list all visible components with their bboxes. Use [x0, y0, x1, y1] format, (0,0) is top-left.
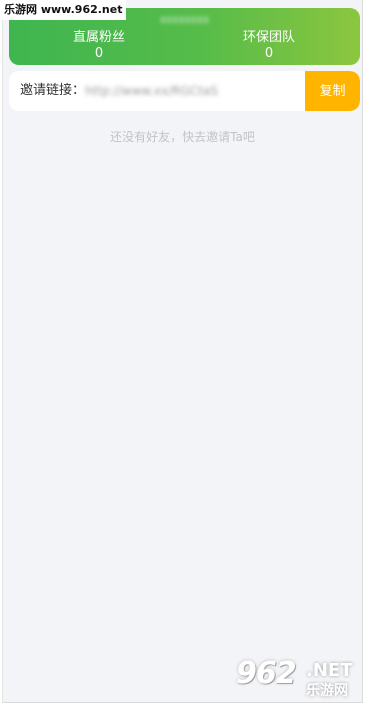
watermark-logo-net: .NET — [306, 660, 353, 681]
watermark-top-left: 乐游网 www.962.net — [0, 0, 127, 20]
watermark-bottom-right-logo: 962 .NET 乐游网 — [230, 656, 363, 699]
stat-eco-team-value: 0 — [264, 46, 274, 61]
app-frame: XXXXXXXX 直属粉丝 0 环保团队 0 邀请链接： http://www.… — [2, 0, 363, 703]
invite-link-value[interactable]: http://www.xx/RGCtaS — [85, 71, 295, 111]
watermark-logo-number: 962 — [236, 656, 297, 691]
invite-link-row: 邀请链接： http://www.xx/RGCtaS 复制 — [9, 71, 360, 111]
user-name-blurred: XXXXXXXX — [159, 16, 210, 26]
stat-direct-fans[interactable]: 直属粉丝 0 — [39, 30, 159, 62]
invite-link-label: 邀请链接： — [20, 83, 86, 98]
stat-eco-team[interactable]: 环保团队 0 — [209, 30, 329, 62]
copy-button[interactable]: 复制 — [305, 71, 360, 111]
stat-eco-team-label: 环保团队 — [242, 30, 295, 45]
watermark-logo-cn: 乐游网 — [306, 683, 348, 699]
stat-direct-fans-value: 0 — [94, 46, 104, 61]
stat-direct-fans-label: 直属粉丝 — [72, 30, 125, 45]
empty-state-text: 还没有好友，快去邀请Ta吧 — [110, 130, 255, 144]
